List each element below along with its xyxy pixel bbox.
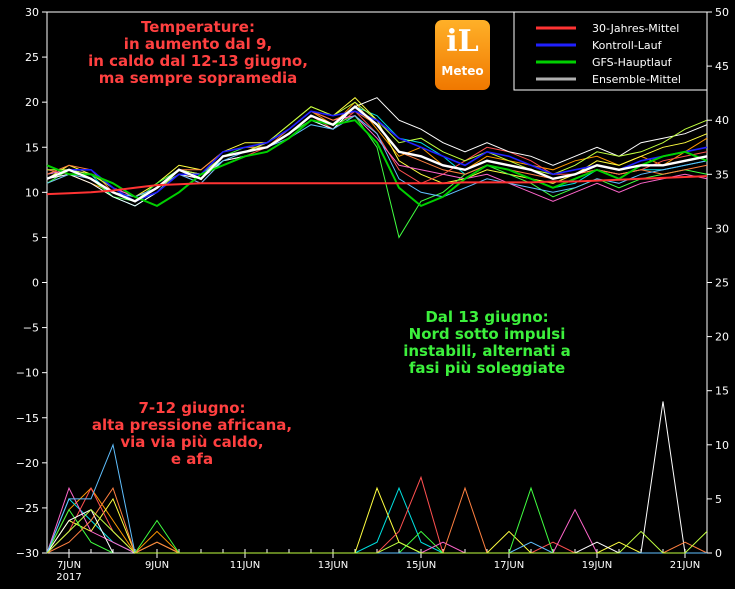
precip-member-line	[46, 486, 707, 554]
left-tick-label: −20	[16, 457, 39, 470]
logo-main-text: iL	[446, 24, 479, 59]
annotation-june: alta pressione africana,	[92, 416, 292, 434]
precip-member-line	[46, 486, 708, 554]
logo-sub-text: Meteo	[441, 64, 484, 78]
legend-entry-label: 30-Jahres-Mittel	[592, 22, 679, 35]
precip-member-line	[46, 487, 707, 554]
plot-frame	[46, 11, 708, 554]
x-year-label: 2017	[56, 572, 81, 583]
left-tick-label: 0	[32, 277, 39, 290]
left-tick-label: −5	[23, 322, 39, 335]
precip-member-line	[46, 508, 708, 554]
left-tick-label: 20	[25, 96, 39, 109]
ilmeteo-logo: iL Meteo	[435, 20, 490, 90]
x-tick-label: 11JUN	[230, 560, 260, 571]
left-tick-label: 5	[32, 231, 39, 244]
temperature-series	[46, 97, 708, 239]
x-tick-label: 13JUN	[318, 560, 348, 571]
temp-member-line	[46, 106, 708, 207]
annotation-temperature: Temperature:	[141, 18, 255, 36]
right-tick-label: 50	[715, 6, 729, 19]
legend-entry-label: Ensemble-Mittel	[592, 73, 681, 86]
x-tick-label: 15JUN	[406, 560, 436, 571]
left-tick-label: 25	[25, 51, 39, 64]
right-tick-label: 10	[715, 439, 729, 452]
annotation-june: via via più caldo,	[120, 433, 263, 451]
legend: 30-Jahres-Mittel Kontroll-Lauf GFS-Hauptla…	[513, 11, 708, 91]
left-tick-label: 15	[25, 141, 39, 154]
x-tick-label: 21JUN	[670, 560, 700, 571]
precip-member-line	[46, 486, 707, 554]
annotation-june: e afa	[171, 450, 213, 468]
precip-member-line	[46, 486, 707, 554]
annotation-north: Dal 13 giugno:	[425, 308, 548, 326]
annotation-temperature: in aumento dal 9,	[124, 35, 272, 53]
right-tick-label: 0	[715, 547, 722, 560]
right-tick-label: 5	[715, 493, 722, 506]
x-tick-label: 17JUN	[494, 560, 524, 571]
x-tick-label: 7JUN	[57, 560, 81, 571]
left-tick-label: −10	[16, 367, 39, 380]
temp-member-line	[46, 115, 708, 198]
precip-member-line	[46, 486, 707, 554]
x-tick-label: 19JUN	[582, 560, 612, 571]
annotation-north: Nord sotto impulsi	[409, 325, 566, 343]
left-tick-label: −30	[16, 547, 39, 560]
right-tick-label: 15	[715, 385, 729, 398]
right-tick-label: 25	[715, 277, 729, 290]
left-tick-label: 10	[25, 186, 39, 199]
legend-entry-label: Kontroll-Lauf	[592, 39, 663, 52]
left-tick-label: 30	[25, 6, 39, 19]
left-tick-label: −15	[16, 412, 39, 425]
annotation-temperature: ma sempre sopramedia	[99, 69, 298, 87]
annotation-temperature: in caldo dal 12-13 giugno,	[88, 52, 308, 70]
annotation-north: fasi più soleggiate	[409, 359, 565, 377]
legend-entry-label: GFS-Hauptlauf	[592, 56, 673, 69]
right-tick-label: 45	[715, 60, 729, 73]
annotation-june: 7-12 giugno:	[138, 399, 245, 417]
right-tick-label: 30	[715, 222, 729, 235]
left-tick-label: −25	[16, 502, 39, 515]
ensemble-chart: 302520151050−5−10−15−20−25−3050454035302…	[16, 6, 729, 583]
right-tick-label: 40	[715, 114, 729, 127]
annotation-north: instabili, alternati a	[403, 342, 571, 360]
right-tick-label: 35	[715, 168, 729, 181]
climate-mean-line	[46, 175, 708, 196]
right-tick-label: 20	[715, 331, 729, 344]
x-tick-label: 9JUN	[145, 560, 169, 571]
